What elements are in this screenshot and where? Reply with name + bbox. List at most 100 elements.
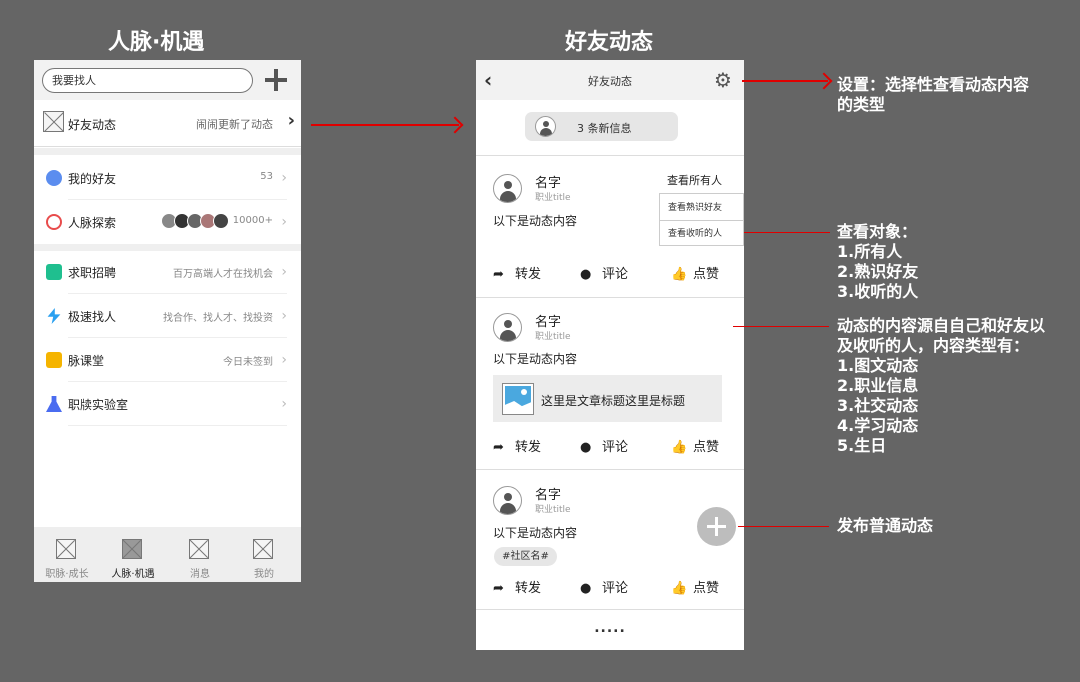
- left-screen-title: 人脉·机遇: [108, 30, 205, 55]
- avatar[interactable]: [493, 313, 522, 342]
- tab-label: 人脉·机遇: [111, 569, 155, 580]
- network-count: 10000+: [232, 215, 273, 226]
- post-content: 以下是动态内容: [493, 352, 578, 366]
- video-icon: [46, 352, 62, 368]
- annotation-content-source: 动态的内容源自自己和好友以 及收听的人，内容类型有： 1.图文动态 2.职业信息…: [837, 316, 1046, 455]
- load-more-indicator[interactable]: .....: [476, 620, 744, 636]
- chevron-right-icon: ›: [281, 352, 287, 368]
- forward-button[interactable]: ➦ 转发: [493, 263, 541, 282]
- list-item-label: 求职招聘: [68, 266, 117, 280]
- post-actions: ➦ 转发 ● 评论 👍 点赞: [476, 263, 744, 283]
- comment-button[interactable]: ● 评论: [580, 263, 628, 282]
- post-author-name: 名字: [535, 488, 562, 503]
- lightning-icon: [47, 308, 61, 324]
- friend-feed-label: 好友动态: [68, 118, 117, 132]
- publish-post-button[interactable]: [697, 507, 736, 546]
- thumbs-up-icon: 👍: [671, 581, 688, 596]
- annotation-line: [744, 232, 830, 233]
- filter-menu: 查看熟识好友 查看收听的人: [659, 193, 744, 246]
- annotation-arrowhead: [446, 116, 464, 134]
- list-item-quick-find[interactable]: 极速找人 找合作、找人才、找投资 ›: [34, 294, 301, 338]
- new-messages-text: 3 条新信息: [577, 122, 632, 135]
- friend-feed-placeholder-icon: [43, 111, 64, 132]
- list-item-jobs[interactable]: 求职招聘 百万高端人才在找机会 ›: [34, 250, 301, 294]
- post-author-name: 名字: [535, 315, 562, 330]
- comment-button[interactable]: ● 评论: [580, 436, 628, 455]
- list-item-classroom[interactable]: 脉课堂 今日未签到 ›: [34, 338, 301, 382]
- list-item-label: 极速找人: [68, 310, 117, 324]
- tab-placeholder-icon: [189, 539, 209, 559]
- annotation-arrow-line: [311, 124, 459, 126]
- annotation-settings: 设置：选择性查看动态内容 的类型: [837, 75, 1030, 114]
- right-screen-title: 好友动态: [565, 30, 654, 55]
- thumbs-up-icon: 👍: [671, 267, 688, 282]
- friend-feed-row[interactable]: 好友动态 闹闹更新了动态 ›: [34, 100, 301, 147]
- list-item-my-friends[interactable]: 我的好友 53 ›: [34, 156, 301, 200]
- filter-option-followed[interactable]: 查看收听的人: [668, 226, 722, 239]
- avatar[interactable]: [493, 486, 522, 515]
- forward-icon: ➦: [493, 267, 504, 282]
- filter-dropdown[interactable]: 查看所有人: [667, 172, 722, 188]
- new-messages-bar: 3 条新信息: [476, 100, 744, 156]
- annotation-view-target: 查看对象： 1.所有人 2.熟识好友 3.收听的人: [837, 222, 919, 301]
- post-actions: ➦ 转发 ● 评论 👍 点赞: [476, 436, 744, 456]
- chevron-right-icon: ›: [281, 396, 287, 412]
- search-bar: 我要找人: [34, 60, 301, 100]
- comment-icon: ●: [580, 267, 592, 282]
- search-input[interactable]: 我要找人: [42, 68, 253, 93]
- post-author-job: 职业title: [535, 193, 571, 203]
- bottom-tab-bar: 职脉·成长 人脉·机遇 消息 我的: [34, 527, 301, 582]
- community-tag[interactable]: #社区名#: [494, 547, 557, 566]
- filter-option-acquaintances[interactable]: 查看熟识好友: [668, 200, 722, 213]
- add-icon[interactable]: [264, 68, 288, 92]
- post-author-job: 职业title: [535, 505, 571, 515]
- forward-icon: ➦: [493, 581, 504, 596]
- tab-placeholder-icon: [122, 539, 142, 559]
- avatar-group: [161, 213, 229, 229]
- forward-icon: ➦: [493, 440, 504, 455]
- article-card[interactable]: 这里是文章标题这里是标题: [493, 375, 722, 422]
- chevron-right-icon: ›: [281, 308, 287, 324]
- avatar[interactable]: [493, 174, 522, 203]
- list-item-label: 职牍实验室: [68, 398, 129, 412]
- forward-button[interactable]: ➦ 转发: [493, 577, 541, 596]
- image-icon: [502, 383, 534, 415]
- header: ‹ 好友动态 ⚙: [476, 60, 744, 100]
- like-button[interactable]: 👍 点赞: [671, 263, 719, 282]
- friends-icon: [46, 170, 62, 186]
- chevron-right-icon: ›: [287, 110, 295, 131]
- list-item-label: 脉课堂: [68, 354, 105, 368]
- annotation-publish: 发布普通动态: [837, 516, 934, 535]
- list-item-label: 人脉探索: [68, 216, 117, 230]
- new-messages-button[interactable]: 3 条新信息: [525, 112, 678, 141]
- tab-label: 职脉·成长: [45, 569, 89, 580]
- left-phone-screen: 我要找人 好友动态 闹闹更新了动态 › 我的好友 53 › 人脉探索 10000…: [34, 60, 301, 582]
- tab-network[interactable]: 人脉·机遇: [100, 527, 166, 582]
- page-title: 好友动态: [588, 75, 632, 88]
- tab-me[interactable]: 我的: [231, 527, 297, 582]
- chevron-right-icon: ›: [281, 170, 287, 186]
- checkin-status: 今日未签到: [223, 357, 273, 368]
- list-item-network-explore[interactable]: 人脉探索 10000+ ›: [34, 200, 301, 244]
- annotation-line: [738, 526, 829, 527]
- tab-label: 消息: [190, 569, 210, 580]
- list-item-lab[interactable]: 职牍实验室 ›: [34, 382, 301, 426]
- gear-icon[interactable]: ⚙: [714, 70, 732, 90]
- comment-button[interactable]: ● 评论: [580, 577, 628, 596]
- like-button[interactable]: 👍 点赞: [671, 436, 719, 455]
- article-title: 这里是文章标题这里是标题: [541, 394, 686, 408]
- post-actions: ➦ 转发 ● 评论 👍 点赞: [476, 577, 744, 597]
- tab-messages[interactable]: 消息: [167, 527, 233, 582]
- annotation-arrowhead: [815, 72, 833, 90]
- tab-label: 我的: [254, 569, 274, 580]
- friend-count: 53: [260, 171, 273, 182]
- post-author-name: 名字: [535, 176, 562, 191]
- like-button[interactable]: 👍 点赞: [671, 577, 719, 596]
- list-item-subtitle: 百万高端人才在找机会: [173, 269, 273, 280]
- list-item-subtitle: 找合作、找人才、找投资: [163, 313, 273, 324]
- forward-button[interactable]: ➦ 转发: [493, 436, 541, 455]
- briefcase-icon: [46, 264, 62, 280]
- chevron-right-icon: ›: [281, 264, 287, 280]
- tab-placeholder-icon: [253, 539, 273, 559]
- tab-growth[interactable]: 职脉·成长: [34, 527, 100, 582]
